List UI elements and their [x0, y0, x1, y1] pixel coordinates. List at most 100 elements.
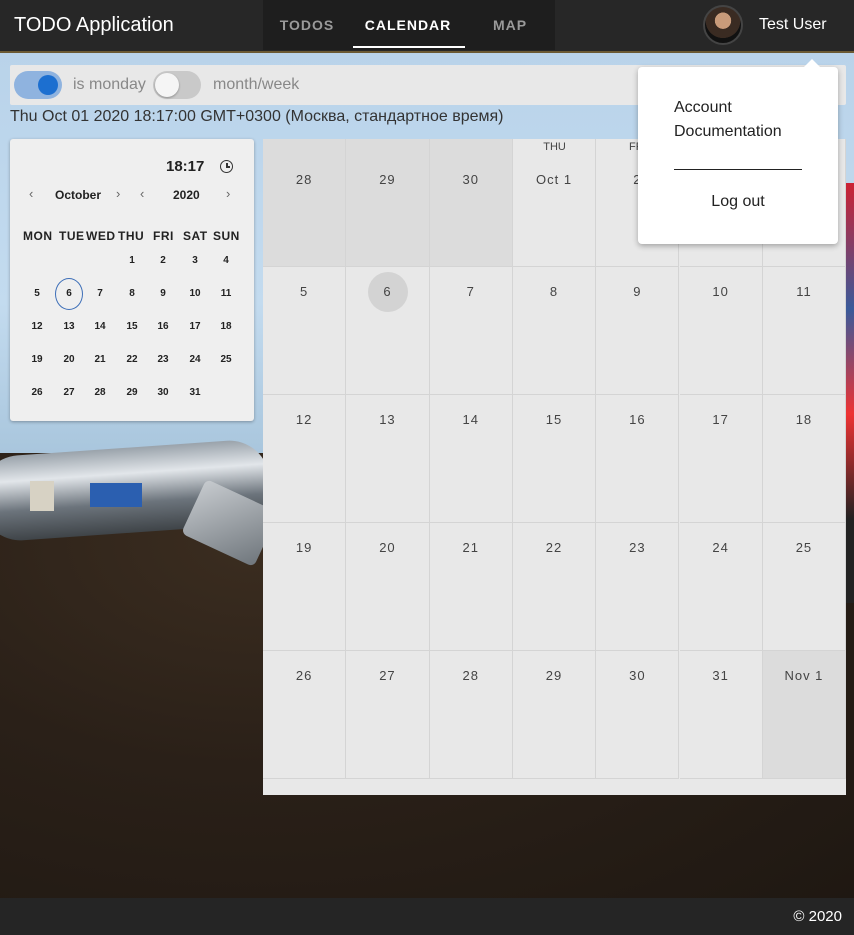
- calendar-day-cell[interactable]: 28: [263, 139, 347, 267]
- prev-month-button[interactable]: ‹: [29, 186, 33, 201]
- mini-day-selected[interactable]: 6: [55, 278, 83, 310]
- toggle-knob: [155, 73, 179, 97]
- prev-year-button[interactable]: ‹: [140, 186, 144, 201]
- calendar-day-cell[interactable]: 14: [429, 395, 513, 523]
- calendar-day-cell[interactable]: 21: [429, 523, 513, 651]
- calendar-day-cell[interactable]: 20: [346, 523, 430, 651]
- mini-day[interactable]: 4: [212, 255, 240, 266]
- calendar-day-number: 29: [379, 172, 396, 187]
- mini-day[interactable]: 2: [149, 255, 177, 266]
- is-monday-label: is monday: [73, 76, 146, 93]
- avatar[interactable]: [703, 5, 743, 45]
- mini-day[interactable]: 12: [23, 321, 51, 332]
- calendar-day-cell[interactable]: Nov 1: [762, 651, 847, 779]
- calendar-day-cell[interactable]: 23: [596, 523, 680, 651]
- calendar-day-number: 20: [379, 540, 396, 555]
- calendar-day-cell[interactable]: 29: [346, 139, 430, 267]
- calendar-day-number: 5: [300, 284, 309, 299]
- menu-item-account[interactable]: Account: [674, 99, 732, 117]
- calendar-day-cell[interactable]: Oct 1: [512, 139, 597, 267]
- mini-day[interactable]: 19: [23, 354, 51, 365]
- mini-day[interactable]: 5: [23, 288, 51, 299]
- mini-day[interactable]: 9: [149, 288, 177, 299]
- calendar-day-cell[interactable]: 22: [512, 523, 597, 651]
- calendar-day-cell[interactable]: 24: [679, 523, 763, 651]
- clock-icon[interactable]: [220, 160, 233, 173]
- calendar-day-cell[interactable]: 26: [263, 651, 347, 779]
- calendar-day-cell[interactable]: 25: [762, 523, 847, 651]
- mini-day[interactable]: 18: [212, 321, 240, 332]
- calendar-day-cell[interactable]: 7: [429, 267, 513, 395]
- calendar-day-cell[interactable]: 16: [596, 395, 680, 523]
- mini-day[interactable]: 26: [23, 387, 51, 398]
- mini-day[interactable]: 17: [181, 321, 209, 332]
- mini-day[interactable]: 1: [118, 255, 146, 266]
- mini-day[interactable]: 15: [118, 321, 146, 332]
- calendar-day-cell[interactable]: 27: [346, 651, 430, 779]
- date-picker: 18:17 ‹ October › ‹ 2020 › MON TUE WED THU F…: [10, 139, 254, 421]
- time-display[interactable]: 18:17: [166, 158, 204, 175]
- calendar-day-cell[interactable]: 13: [346, 395, 430, 523]
- calendar-day-cell[interactable]: 6: [346, 267, 430, 395]
- calendar-day-number: 25: [795, 540, 813, 555]
- logout-button[interactable]: Log out: [638, 193, 838, 211]
- calendar-day-cell[interactable]: 8: [512, 267, 597, 395]
- mini-weekday-header: WED: [86, 229, 116, 243]
- calendar-day-number: 22: [545, 540, 563, 555]
- calendar-day-cell[interactable]: 9: [596, 267, 680, 395]
- next-year-button[interactable]: ›: [226, 186, 230, 201]
- user-name[interactable]: Test User: [759, 16, 827, 34]
- mini-day[interactable]: 22: [118, 354, 146, 365]
- nav-tabs: TODOS CALENDAR MAP: [263, 0, 555, 50]
- mini-day[interactable]: 11: [212, 288, 240, 299]
- tab-todos[interactable]: TODOS: [263, 0, 351, 50]
- calendar-day-number: 30: [462, 172, 479, 187]
- calendar-day-cell[interactable]: 30: [429, 139, 513, 267]
- calendar-day-number: 30: [629, 668, 646, 683]
- calendar-day-cell[interactable]: 10: [679, 267, 763, 395]
- calendar-day-cell[interactable]: 18: [762, 395, 847, 523]
- mini-day[interactable]: 31: [181, 387, 209, 398]
- month-week-toggle[interactable]: [153, 71, 201, 99]
- mini-day[interactable]: 8: [118, 288, 146, 299]
- calendar-day-cell[interactable]: 19: [263, 523, 347, 651]
- mini-day[interactable]: 21: [86, 354, 114, 365]
- menu-item-documentation[interactable]: Documentation: [674, 123, 782, 141]
- background-sticker: [30, 481, 54, 511]
- mini-day[interactable]: 7: [86, 288, 114, 299]
- year-label[interactable]: 2020: [173, 188, 200, 202]
- mini-day[interactable]: 13: [55, 321, 83, 332]
- calendar-day-number: 27: [379, 668, 396, 683]
- mini-day[interactable]: 14: [86, 321, 114, 332]
- mini-day[interactable]: 10: [181, 288, 209, 299]
- mini-weekday-header: SAT: [183, 229, 208, 243]
- calendar-day-cell[interactable]: 28: [429, 651, 513, 779]
- calendar-day-cell[interactable]: 11: [762, 267, 847, 395]
- mini-day[interactable]: 23: [149, 354, 177, 365]
- calendar-day-number: 29: [545, 668, 563, 683]
- mini-day[interactable]: 3: [181, 255, 209, 266]
- calendar-day-cell[interactable]: 5: [263, 267, 347, 395]
- is-monday-toggle[interactable]: [14, 71, 62, 99]
- calendar-day-cell[interactable]: 15: [512, 395, 597, 523]
- user-menu: Account Documentation Log out: [638, 59, 838, 244]
- mini-day[interactable]: 29: [118, 387, 146, 398]
- mini-day[interactable]: 24: [181, 354, 209, 365]
- mini-weekday-header: TUE: [59, 229, 85, 243]
- mini-weekday-header: THU: [118, 229, 145, 243]
- tab-calendar[interactable]: CALENDAR: [351, 0, 465, 50]
- calendar-day-cell[interactable]: 31: [679, 651, 763, 779]
- mini-day[interactable]: 16: [149, 321, 177, 332]
- calendar-day-cell[interactable]: 29: [512, 651, 597, 779]
- mini-day[interactable]: 20: [55, 354, 83, 365]
- calendar-day-cell[interactable]: 30: [596, 651, 680, 779]
- mini-day[interactable]: 27: [55, 387, 83, 398]
- tab-map[interactable]: MAP: [465, 0, 555, 50]
- mini-day[interactable]: 25: [212, 354, 240, 365]
- mini-day[interactable]: 30: [149, 387, 177, 398]
- next-month-button[interactable]: ›: [116, 186, 120, 201]
- month-label[interactable]: October: [55, 188, 101, 202]
- calendar-day-cell[interactable]: 12: [263, 395, 347, 523]
- mini-day[interactable]: 28: [86, 387, 114, 398]
- calendar-day-cell[interactable]: 17: [679, 395, 763, 523]
